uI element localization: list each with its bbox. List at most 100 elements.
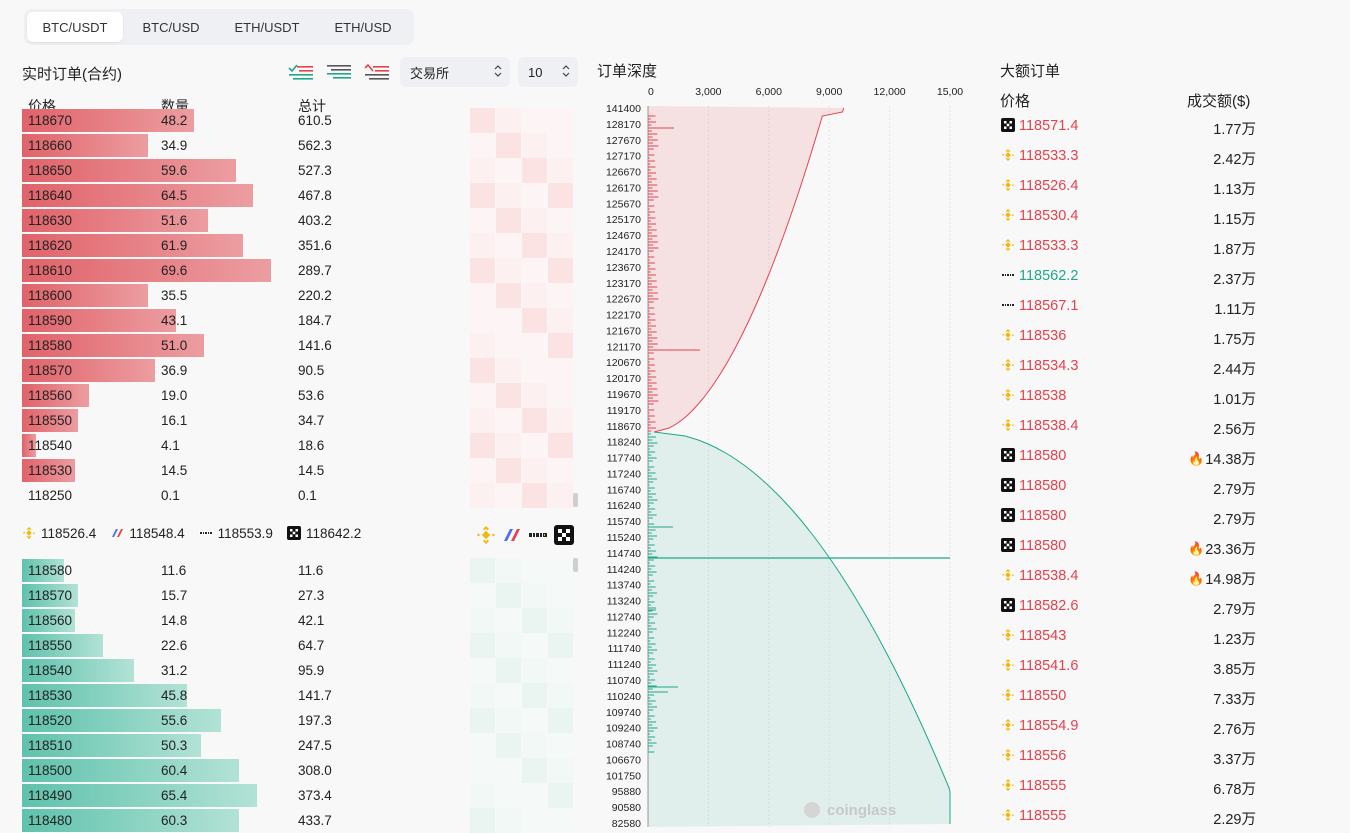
asks-scrollbar[interactable]	[573, 493, 578, 507]
bid-total: 95.9	[298, 663, 325, 678]
heatmap-cell	[522, 308, 547, 333]
y-tick-label: 95880	[612, 786, 641, 798]
large-order-amount: 1.15万	[1213, 212, 1256, 228]
large-order-row[interactable]: 118580 🔥 14.38万	[1000, 441, 1260, 471]
large-order-row[interactable]: 118538.4 🔥 14.98万	[1000, 561, 1260, 591]
large-order-row[interactable]: 118580 🔥 23.36万	[1000, 531, 1260, 561]
heatmap-cell	[522, 333, 547, 358]
heatmap-cell	[470, 158, 495, 183]
ask-price: 118620	[28, 238, 73, 253]
heatmap-cell	[496, 333, 521, 358]
heatmap-cell	[522, 258, 547, 283]
y-tick-label: 108740	[606, 739, 641, 751]
pair-tabs: BTC/USDT BTC/USD ETH/USDT ETH/USD	[24, 9, 414, 45]
large-order-price: 118555	[1019, 778, 1067, 794]
ask-price: 118580	[28, 338, 73, 353]
binance-filter-icon[interactable]	[476, 525, 496, 545]
large-order-row[interactable]: 118533.3 2.42万	[1000, 141, 1260, 171]
large-order-row[interactable]: 118556 3.37万	[1000, 741, 1260, 771]
heatmap-cell	[522, 358, 547, 383]
ask-price: 118670	[28, 113, 73, 128]
large-order-row[interactable]: 118526.4 1.13万	[1000, 171, 1260, 201]
y-tick-label: 112740	[607, 611, 641, 623]
y-tick-label: 117240	[607, 468, 641, 480]
heatmap-cell	[470, 408, 495, 433]
large-order-row[interactable]: 118534.3 2.44万	[1000, 351, 1260, 381]
depth-chart: 0 3,000 6,000 9,000 12,000 15,00 141400 128170 1…	[606, 86, 963, 827]
ask-total: 562.3	[298, 138, 332, 153]
large-order-row[interactable]: 118550 7.33万	[1000, 681, 1260, 711]
large-order-row[interactable]: 118543 1.23万	[1000, 621, 1260, 651]
heatmap-cell	[548, 108, 573, 133]
large-order-row[interactable]: 118530.4 1.15万	[1000, 201, 1260, 231]
heatmap-cell	[548, 383, 573, 408]
view-bids-icon[interactable]	[325, 62, 353, 82]
large-order-row[interactable]: 118538 1.01万	[1000, 381, 1260, 411]
large-order-amount-cell: 🔥 14.38万	[1188, 448, 1256, 469]
y-tick-label: 110240	[607, 691, 641, 703]
large-order-amount: 1.13万	[1213, 182, 1256, 198]
large-order-amount: 2.29万	[1213, 812, 1256, 828]
large-order-row[interactable]: 118567.1 1.11万	[1000, 291, 1260, 321]
large-order-row[interactable]: 118554.9 2.76万	[1000, 711, 1260, 741]
okx-icon	[1001, 508, 1015, 522]
ask-price: 118600	[28, 288, 73, 303]
bid-qty: 11.6	[161, 563, 187, 578]
heatmap-cell	[496, 783, 521, 808]
large-order-amount-cell: 7.33万	[1213, 688, 1256, 709]
large-order-row[interactable]: 118562.2 2.37万	[1000, 261, 1260, 291]
heatmap-cell	[496, 483, 521, 508]
large-order-amount: 23.36万	[1205, 542, 1256, 558]
y-tick-label: 121670	[606, 325, 641, 337]
large-order-row[interactable]: 118580 2.79万	[1000, 501, 1260, 531]
tab-btc-usd[interactable]: BTC/USD	[123, 12, 219, 42]
tab-eth-usdt[interactable]: ETH/USDT	[219, 12, 315, 42]
bids-scrollbar[interactable]	[573, 558, 578, 572]
y-tick-label: 121170	[607, 341, 641, 353]
large-order-row[interactable]: 118580 2.79万	[1000, 471, 1260, 501]
heatmap-cell	[548, 283, 573, 308]
ask-qty: 14.5	[161, 463, 188, 478]
large-order-row[interactable]: 118571.4 1.77万	[1000, 111, 1260, 141]
depth-select[interactable]: 10	[518, 57, 578, 87]
heatmap-cell	[548, 783, 573, 808]
large-order-amount: 1.75万	[1213, 332, 1256, 348]
binance-icon	[1002, 779, 1014, 791]
large-order-row[interactable]: 118538.4 2.56万	[1000, 411, 1260, 441]
tab-eth-usd[interactable]: ETH/USD	[315, 12, 411, 42]
bid-price: 118490	[28, 788, 73, 803]
heatmap-cell	[522, 183, 547, 208]
fire-icon: 🔥	[1188, 540, 1205, 556]
heatmap-cell	[496, 283, 521, 308]
large-order-row[interactable]: 118536 1.75万	[1000, 321, 1260, 351]
heatmap-cell	[496, 433, 521, 458]
large-order-row[interactable]: 118533.3 1.87万	[1000, 231, 1260, 261]
heatmap-cell	[522, 658, 547, 683]
ask-total: 351.6	[298, 238, 332, 253]
ask-heatmap-cell-row	[470, 383, 575, 408]
heatmap-cell	[470, 608, 495, 633]
large-order-row[interactable]: 118541.6 3.85万	[1000, 651, 1260, 681]
heatmap-cell	[470, 333, 495, 358]
exchange-select[interactable]: 交易所	[400, 57, 510, 87]
large-order-amount-cell: 6.78万	[1213, 778, 1256, 799]
large-order-amount-cell: 2.79万	[1213, 598, 1256, 619]
large-order-row[interactable]: 118555 6.78万	[1000, 771, 1260, 801]
bitmex-filter-icon[interactable]	[502, 525, 522, 545]
y-tick-label: 111240	[608, 659, 642, 671]
y-tick-label: 114740	[607, 548, 641, 560]
y-tick-label: 126670	[606, 167, 641, 179]
y-tick-label: 120670	[606, 357, 641, 369]
y-tick-label: 127170	[606, 151, 641, 163]
large-order-price: 118530.4	[1019, 208, 1079, 224]
okx-filter-icon[interactable]	[554, 525, 574, 545]
large-order-row[interactable]: 118582.6 2.79万	[1000, 591, 1260, 621]
ask-price: 118570	[28, 363, 73, 378]
heatmap-cell	[496, 633, 521, 658]
ask-heatmap-cell-row	[470, 108, 575, 133]
view-both-icon[interactable]	[287, 62, 315, 82]
bitmex-price: 118548.4	[129, 525, 185, 541]
tab-btc-usdt[interactable]: BTC/USDT	[27, 12, 123, 42]
view-asks-icon[interactable]	[363, 62, 391, 82]
bybit-filter-icon[interactable]	[528, 525, 548, 545]
